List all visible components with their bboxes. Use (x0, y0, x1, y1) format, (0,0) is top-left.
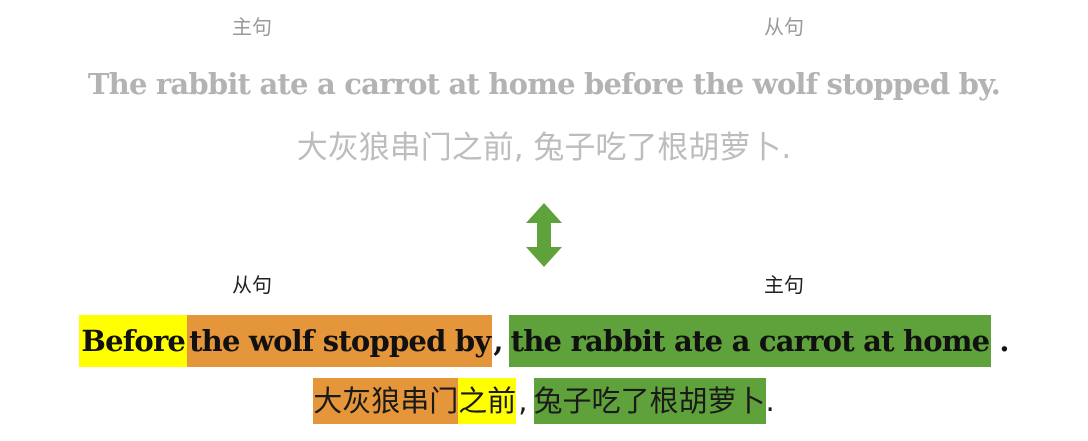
highlight-subordinate-clause: the wolf stopped by (187, 315, 493, 367)
zh-comma-punctuation: , (518, 384, 528, 418)
top-label-main-clause: 主句 (232, 15, 272, 39)
bottom-english-sentence: Before the wolf stopped by , the rabbit … (0, 315, 1088, 367)
bottom-label-subordinate-clause: 从句 (232, 273, 272, 297)
bottom-chinese-sentence: 大灰狼串门 之前 , 兔子吃了根胡萝卜 . (0, 378, 1088, 424)
zh-period-punctuation: . (765, 384, 775, 418)
highlight-before-word: Before (79, 315, 188, 367)
comma-punctuation: , (493, 324, 503, 358)
zh-highlight-subordinate-clause: 大灰狼串门 (313, 378, 459, 424)
zh-highlight-before-word: 之前 (458, 378, 517, 424)
highlight-main-clause: the rabbit ate a carrot at home (508, 315, 992, 367)
top-label-subordinate-clause: 从句 (764, 15, 804, 39)
top-english-sentence: The rabbit ate a carrot at home before t… (87, 67, 1001, 101)
zh-highlight-main-clause: 兔子吃了根胡萝卜 (533, 378, 766, 424)
double-arrow-shape (526, 203, 562, 267)
period-punctuation: . (999, 324, 1009, 358)
top-chinese-sentence: 大灰狼串门之前, 兔子吃了根胡萝卜. (296, 130, 792, 166)
bottom-label-main-clause: 主句 (764, 273, 804, 297)
double-arrow-icon (526, 203, 562, 267)
